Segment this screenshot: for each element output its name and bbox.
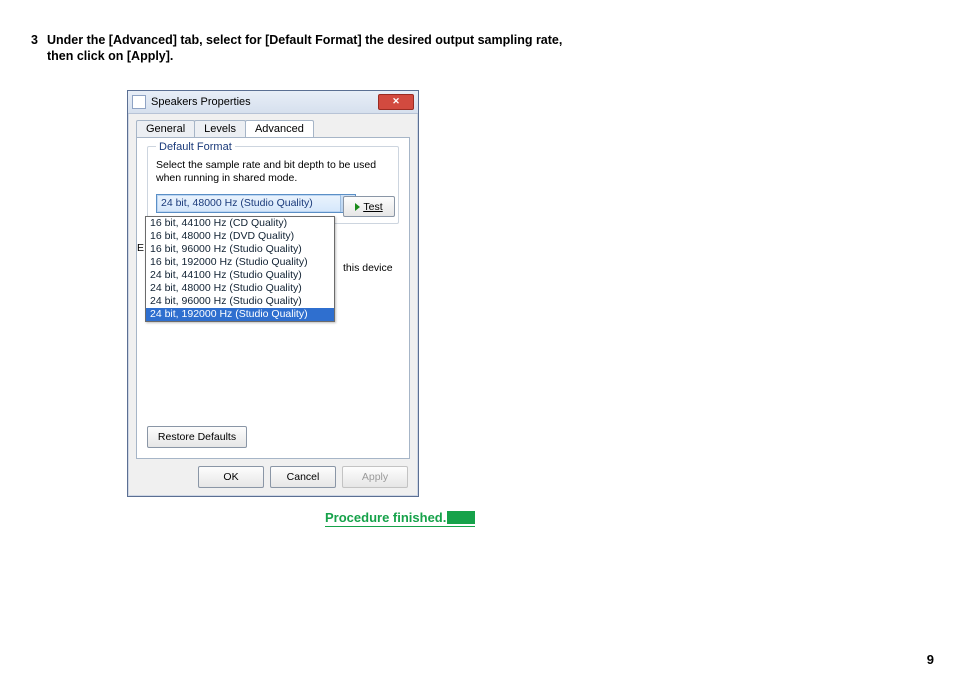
cancel-button[interactable]: Cancel: [270, 466, 336, 488]
speakers-properties-dialog: Speakers Properties ✕ General Levels Adv…: [127, 90, 419, 497]
format-option[interactable]: 24 bit, 44100 Hz (Studio Quality): [146, 269, 334, 282]
format-option[interactable]: 16 bit, 44100 Hz (CD Quality): [146, 217, 334, 230]
play-icon: [355, 203, 360, 211]
test-button[interactable]: Test: [343, 196, 395, 217]
tab-advanced[interactable]: Advanced: [245, 120, 314, 137]
advanced-panel: Default Format Select the sample rate an…: [136, 137, 410, 459]
close-button[interactable]: ✕: [378, 94, 414, 110]
titlebar: Speakers Properties ✕: [128, 91, 418, 114]
step-instruction: Under the [Advanced] tab, select for [De…: [47, 33, 567, 64]
step-number: 3: [31, 33, 38, 47]
tabstrip: General Levels Advanced: [128, 114, 418, 137]
tab-general[interactable]: General: [136, 120, 195, 137]
format-option[interactable]: 16 bit, 48000 Hz (DVD Quality): [146, 230, 334, 243]
test-label: Test: [363, 201, 382, 213]
format-option[interactable]: 24 bit, 96000 Hz (Studio Quality): [146, 295, 334, 308]
ok-button[interactable]: OK: [198, 466, 264, 488]
format-option[interactable]: 16 bit, 96000 Hz (Studio Quality): [146, 243, 334, 256]
restore-defaults-button[interactable]: Restore Defaults: [147, 426, 247, 448]
restore-defaults-label: Restore Defaults: [158, 431, 236, 443]
dialog-button-row: OK Cancel Apply: [198, 466, 408, 488]
apply-button[interactable]: Apply: [342, 466, 408, 488]
procedure-finished-label: Procedure finished.: [325, 510, 475, 527]
format-option[interactable]: 16 bit, 192000 Hz (Studio Quality): [146, 256, 334, 269]
group-legend: Default Format: [156, 141, 235, 153]
group-description: Select the sample rate and bit depth to …: [156, 159, 390, 184]
format-dropdown-list[interactable]: 16 bit, 44100 Hz (CD Quality) 16 bit, 48…: [145, 216, 335, 322]
errata-marker: E: [137, 242, 144, 254]
combo-value: 24 bit, 48000 Hz (Studio Quality): [161, 197, 313, 209]
app-icon: [132, 95, 146, 109]
exclusive-mode-peek: this device: [343, 262, 393, 274]
format-option[interactable]: 24 bit, 48000 Hz (Studio Quality): [146, 282, 334, 295]
format-option-selected[interactable]: 24 bit, 192000 Hz (Studio Quality): [146, 308, 334, 321]
finished-block-icon: [447, 511, 475, 524]
page-number: 9: [927, 652, 934, 667]
tab-levels[interactable]: Levels: [194, 120, 246, 137]
default-format-combo[interactable]: 24 bit, 48000 Hz (Studio Quality) ▼: [156, 194, 356, 213]
window-title: Speakers Properties: [151, 96, 378, 108]
